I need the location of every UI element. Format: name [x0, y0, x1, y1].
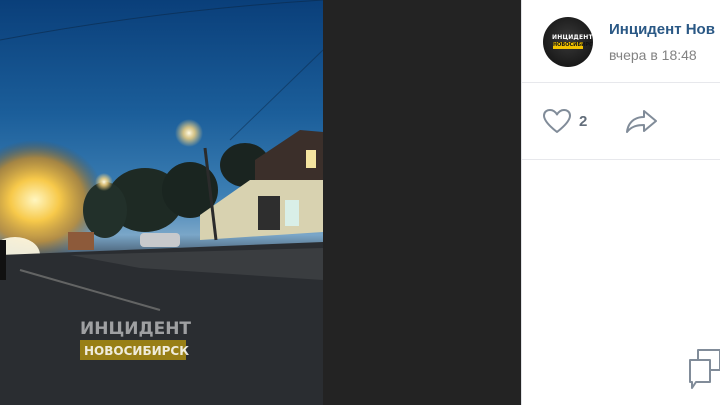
like-count: 2 [579, 112, 588, 130]
avatar[interactable]: ИНЦИДЕНТ НОВОСИБИРСК [543, 17, 593, 67]
author-name-link[interactable]: Инцидент Нов [609, 21, 715, 39]
viewer-background [323, 0, 521, 405]
heart-outline-icon [543, 109, 571, 133]
share-arrow-icon [626, 110, 657, 133]
like-button[interactable]: 2 [542, 107, 587, 135]
post-header: ИНЦИДЕНТ НОВОСИБИРСК Инцидент Нов вчера … [522, 0, 720, 83]
watermark-top: ИНЦИДЕНТ [80, 319, 191, 339]
avatar-text-bottom: НОВОСИБИРСК [553, 42, 593, 49]
comment-bubbles-icon[interactable] [688, 348, 720, 398]
photo-scene: ИНЦИДЕНТ НОВОСИБИРСК [0, 0, 323, 405]
post-photo[interactable]: ИНЦИДЕНТ НОВОСИБИРСК [0, 0, 323, 405]
avatar-text-top: ИНЦИДЕНТ [552, 34, 593, 41]
post-timestamp[interactable]: вчера в 18:48 [609, 46, 697, 64]
post-info-panel: ИНЦИДЕНТ НОВОСИБИРСК Инцидент Нов вчера … [521, 0, 720, 405]
watermark-bottom: НОВОСИБИРСК [84, 344, 189, 358]
share-button[interactable] [625, 107, 659, 135]
post-actions: 2 [522, 83, 720, 160]
